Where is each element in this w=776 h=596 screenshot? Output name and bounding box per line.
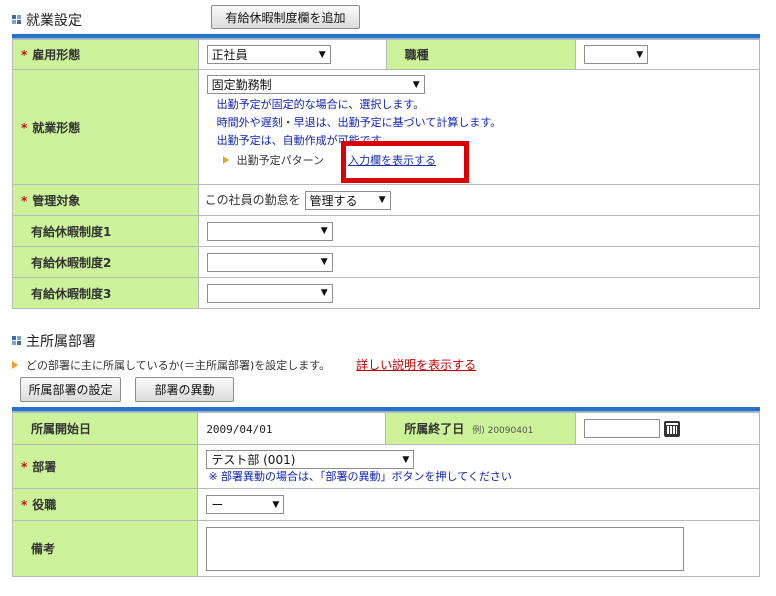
department-note: ※ 部署異動の場合は、「部署の異動」ボタンを押してください [208, 470, 512, 483]
managed-select[interactable]: 管理する ▼ [304, 190, 391, 210]
calendar-icon[interactable] [664, 420, 681, 437]
work-style-note: 時間外や遅刻・早退は、出勤予定に基づいて計算します。 [216, 116, 502, 129]
department-description-line: どの部署に主に所属しているか(＝主所属部署)を設定します。 詳しい説明を表示する [12, 356, 476, 373]
chevron-down-icon: ▼ [636, 49, 644, 60]
end-date-input[interactable] [584, 419, 661, 438]
set-department-button[interactable]: 所属部署の設定 [20, 377, 121, 402]
transfer-department-button[interactable]: 部署の異動 [135, 377, 234, 402]
department-section-header: 主所属部署 [12, 331, 96, 351]
leave2-select[interactable]: ▼ [206, 252, 333, 272]
triangle-bullet-icon [12, 360, 18, 369]
department-description: どの部署に主に所属しているか(＝主所属部署)を設定します。 [26, 358, 331, 372]
chevron-down-icon: ▼ [272, 499, 280, 510]
chevron-down-icon: ▼ [320, 257, 328, 267]
department-select[interactable]: テスト部 (001) ▼ [206, 450, 415, 469]
leave1-row: 有給休暇制度1 ▼ [12, 215, 761, 247]
department-row: * 部署 テスト部 (001) ▼ ※ 部署異動の場合は、「部署の異動」ボタンを押し… [11, 444, 760, 489]
job-type-select[interactable]: ▼ [584, 45, 649, 64]
leave2-label: 有給休暇制度2 [12, 246, 199, 278]
leave3-row: 有給休暇制度3 ▼ [12, 277, 761, 309]
required-mark: * [21, 120, 28, 135]
show-detail-link[interactable]: 詳しい説明を表示する [356, 356, 476, 373]
leave1-select[interactable]: ▼ [206, 221, 333, 241]
leave1-label: 有給休暇制度1 [12, 215, 199, 247]
work-style-note: 出勤予定は、自動作成が可能です。 [216, 134, 392, 147]
leave3-select[interactable]: ▼ [206, 283, 333, 303]
section-grid-icon [12, 15, 22, 25]
managed-prefix: この社員の勤怠を [204, 192, 301, 207]
required-mark: * [21, 460, 28, 474]
chevron-down-icon: ▼ [402, 454, 410, 465]
add-leave-field-button[interactable]: 有給休暇制度欄を追加 [211, 5, 360, 29]
affiliation-dates-row: 所属開始日 2009/04/01 所属終了日 例) 20090401 [11, 412, 760, 445]
remarks-label: 備考 [11, 520, 199, 577]
job-type-label: 職種 [385, 39, 577, 70]
position-label: * 役職 [11, 488, 199, 521]
department-section-title: 主所属部署 [26, 334, 96, 350]
start-date-value: 2009/04/01 [206, 422, 273, 436]
chevron-down-icon: ▼ [320, 226, 328, 236]
triangle-bullet-icon [222, 156, 229, 164]
pattern-label: 出勤予定パターン [236, 154, 325, 167]
section-grid-icon [12, 336, 22, 346]
chevron-down-icon: ▼ [318, 49, 326, 60]
highlight-box [341, 141, 469, 183]
end-date-label: 所属終了日 例) 20090401 [385, 412, 577, 445]
employment-type-label: * 雇用形態 [12, 39, 199, 70]
required-mark: * [21, 193, 28, 208]
chevron-down-icon: ▼ [412, 79, 420, 90]
department-label: * 部署 [11, 444, 199, 489]
leave3-label: 有給休暇制度3 [12, 277, 199, 309]
remarks-textarea[interactable] [206, 526, 685, 571]
leave2-row: 有給休暇制度2 ▼ [12, 246, 761, 278]
work-style-select[interactable]: 固定勤務制 ▼ [206, 75, 425, 94]
work-style-note: 出勤予定が固定的な場合に、選択します。 [216, 98, 425, 111]
position-select[interactable]: ー ▼ [206, 495, 285, 514]
department-form-table: 所属開始日 2009/04/01 所属終了日 例) 20090401 * 部署 テス… [11, 412, 760, 577]
work-style-label: * 就業形態 [12, 69, 199, 185]
managed-row: * 管理対象 この社員の勤怠を 管理する ▼ [12, 184, 761, 216]
required-mark: * [21, 48, 28, 62]
chevron-down-icon: ▼ [320, 288, 328, 298]
employment-type-select[interactable]: 正社員 ▼ [206, 45, 331, 64]
employment-section-header: 就業設定 [12, 10, 82, 30]
employment-section-title: 就業設定 [26, 13, 82, 29]
end-date-example: 例) 20090401 [472, 426, 534, 436]
required-mark: * [21, 498, 28, 512]
remarks-row: 備考 [11, 520, 760, 577]
managed-label: * 管理対象 [12, 184, 199, 216]
position-row: * 役職 ー ▼ [11, 488, 760, 521]
chevron-down-icon: ▼ [378, 195, 386, 205]
employment-type-row: * 雇用形態 正社員 ▼ 職種 ▼ [12, 39, 760, 70]
start-date-label: 所属開始日 [11, 412, 199, 445]
